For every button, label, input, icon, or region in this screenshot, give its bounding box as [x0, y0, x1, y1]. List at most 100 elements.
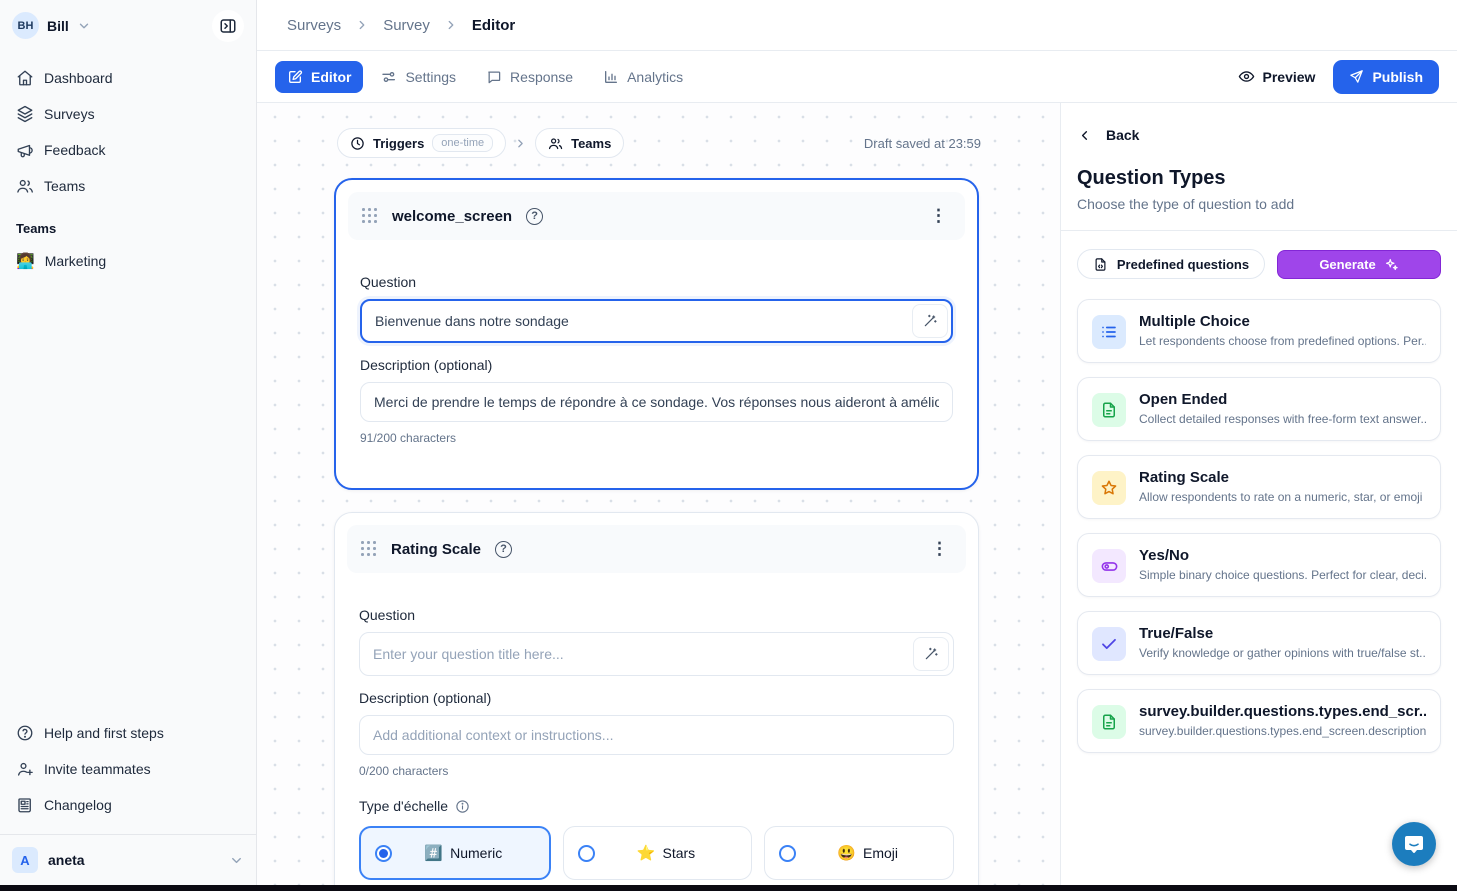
tab-editor[interactable]: Editor [275, 61, 363, 93]
type-name: Multiple Choice [1139, 313, 1426, 330]
scale-option-emoji[interactable]: 😃 Emoji [764, 826, 954, 880]
question-type-list: Multiple Choice Let respondents choose f… [1061, 289, 1457, 763]
sidebar-nav: Dashboard Surveys Feedback Teams [0, 51, 256, 203]
type-card-open-ended[interactable]: Open Ended Collect detailed responses wi… [1077, 377, 1441, 441]
question-help-icon[interactable]: ? [495, 541, 512, 558]
description-label: Description (optional) [360, 357, 953, 373]
generate-label: Generate [1319, 257, 1375, 272]
radio-selected-icon[interactable] [375, 845, 392, 862]
sidebar-item-invite[interactable]: Invite teammates [8, 752, 248, 786]
drag-handle-icon[interactable] [361, 541, 377, 557]
scale-option-numeric[interactable]: #️⃣ Numeric [359, 826, 551, 880]
info-icon[interactable] [455, 799, 470, 814]
type-name: True/False [1139, 625, 1426, 642]
type-description: Simple binary choice questions. Perfect … [1139, 568, 1426, 582]
question-help-icon[interactable]: ? [526, 208, 543, 225]
tab-settings[interactable]: Settings [369, 61, 468, 93]
teams-chip[interactable]: Teams [535, 128, 624, 158]
file-text-icon [1092, 705, 1126, 739]
team-emoji: 👩‍💻 [16, 252, 35, 270]
preview-button[interactable]: Preview [1226, 60, 1328, 93]
sidebar-item-surveys[interactable]: Surveys [8, 97, 248, 131]
type-name: Yes/No [1139, 547, 1426, 564]
list-icon [1092, 315, 1126, 349]
generate-button[interactable]: Generate [1277, 250, 1441, 279]
tab-analytics[interactable]: Analytics [591, 61, 695, 93]
help-circle-icon [16, 724, 34, 742]
send-icon [1349, 69, 1364, 84]
magic-wand-icon[interactable] [912, 304, 948, 338]
type-description: Verify knowledge or gather opinions with… [1139, 646, 1426, 660]
user-plus-icon [16, 760, 34, 778]
sidebar-item-feedback[interactable]: Feedback [8, 133, 248, 167]
sidebar-item-label: Feedback [44, 142, 105, 158]
clock-icon [350, 136, 365, 151]
panel-actions: Predefined questions Generate [1061, 231, 1457, 289]
newspaper-icon [16, 796, 34, 814]
trigger-type-badge: one-time [432, 134, 493, 152]
drag-handle-icon[interactable] [362, 208, 378, 224]
keycap-hash-emoji: #️⃣ [424, 844, 443, 862]
users-icon [16, 177, 34, 195]
sidebar-item-label: Teams [44, 178, 85, 194]
sidebar-item-teams[interactable]: Teams [8, 169, 248, 203]
magic-wand-icon[interactable] [913, 637, 949, 671]
description-input[interactable] [359, 715, 954, 755]
survey-canvas: Triggers one-time Teams Draft saved at 2… [257, 103, 1060, 885]
description-input[interactable] [360, 382, 953, 422]
scale-option-label: Stars [663, 845, 696, 861]
radio-icon[interactable] [779, 845, 796, 862]
type-card-rating-scale[interactable]: Rating Scale Allow respondents to rate o… [1077, 455, 1441, 519]
breadcrumb-survey[interactable]: Survey [383, 17, 430, 34]
question-title-input[interactable] [360, 299, 953, 343]
sliders-icon [381, 69, 397, 85]
description-label: Description (optional) [359, 690, 954, 706]
sidebar-footer: Help and first steps Invite teammates Ch… [0, 712, 256, 828]
workspace-switcher[interactable]: BH Bill [0, 0, 256, 51]
scale-option-stars[interactable]: ⭐ Stars [563, 826, 753, 880]
type-card-true-false[interactable]: True/False Verify knowledge or gather op… [1077, 611, 1441, 675]
chevron-down-icon [229, 853, 244, 868]
chat-launcher-button[interactable] [1392, 822, 1436, 866]
predefined-questions-button[interactable]: Predefined questions [1077, 249, 1265, 279]
bottom-edge-bar [0, 885, 1457, 891]
question-card-title: welcome_screen [392, 208, 512, 225]
question-card-rating-scale[interactable]: Rating Scale ? ⋮ Question Des [334, 512, 979, 885]
file-code-icon [1093, 257, 1108, 272]
back-button[interactable]: Back [1061, 103, 1457, 143]
sidebar-item-dashboard[interactable]: Dashboard [8, 61, 248, 95]
triggers-chip[interactable]: Triggers one-time [337, 128, 506, 158]
sidebar-item-help[interactable]: Help and first steps [8, 716, 248, 750]
bar-chart-icon [603, 69, 619, 85]
question-card-title: Rating Scale [391, 541, 481, 558]
app-window: BH Bill Dashboard [0, 0, 1457, 885]
question-card-welcome-screen[interactable]: welcome_screen ? ⋮ Question D [334, 178, 979, 490]
type-name: Open Ended [1139, 391, 1426, 408]
chevron-right-icon [355, 18, 369, 32]
breadcrumb-surveys[interactable]: Surveys [287, 17, 341, 34]
type-card-yes-no[interactable]: Yes/No Simple binary choice questions. P… [1077, 533, 1441, 597]
question-card-body: Question Description (optional) 91/200 c… [336, 252, 977, 469]
question-label: Question [360, 274, 953, 290]
user-menu[interactable]: A aneta [0, 835, 256, 885]
radio-icon[interactable] [578, 845, 595, 862]
type-card-multiple-choice[interactable]: Multiple Choice Let respondents choose f… [1077, 299, 1441, 363]
sparkles-icon [1384, 257, 1399, 272]
sidebar-item-changelog[interactable]: Changelog [8, 788, 248, 822]
panel-subtitle: Choose the type of question to add [1061, 190, 1457, 230]
layers-icon [16, 105, 34, 123]
publish-button[interactable]: Publish [1333, 60, 1439, 94]
type-card-end-screen[interactable]: survey.builder.questions.types.end_scr..… [1077, 689, 1441, 753]
tab-label: Settings [405, 69, 456, 85]
scale-option-label: Numeric [450, 845, 502, 861]
user-name: aneta [48, 852, 219, 868]
user-avatar: A [12, 847, 38, 873]
sidebar-item-marketing[interactable]: 👩‍💻 Marketing [0, 244, 256, 278]
kebab-menu-icon[interactable]: ⋮ [927, 539, 952, 559]
back-label: Back [1106, 127, 1139, 143]
sidebar-item-label: Invite teammates [44, 761, 151, 777]
tab-response[interactable]: Response [474, 61, 585, 93]
kebab-menu-icon[interactable]: ⋮ [926, 206, 951, 226]
sidebar-collapse-button[interactable] [212, 10, 244, 42]
question-title-input[interactable] [359, 632, 954, 676]
